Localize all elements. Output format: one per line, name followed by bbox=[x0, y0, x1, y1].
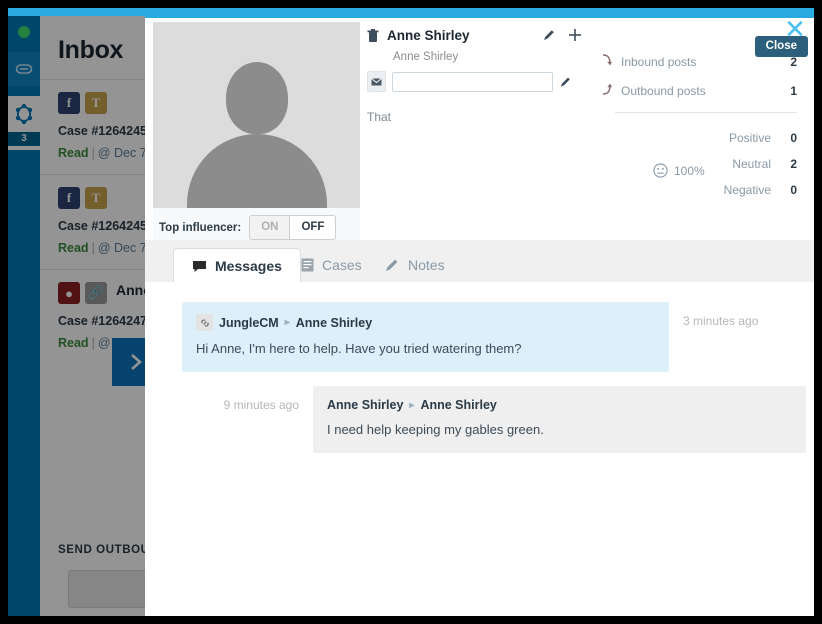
message-timestamp: 3 minutes ago bbox=[683, 314, 759, 328]
avatar-head bbox=[225, 62, 288, 134]
document-icon bbox=[301, 258, 314, 272]
stat-row: Outbound posts 1 bbox=[601, 83, 797, 98]
message-timestamp: 9 minutes ago bbox=[223, 398, 299, 412]
pencil-icon[interactable] bbox=[542, 28, 556, 42]
contact-header-actions bbox=[542, 28, 582, 42]
sentiment-row: Positive 0 bbox=[601, 131, 797, 145]
message-bubble: JungleCM ▸ Anne Shirley Hi Anne, I'm her… bbox=[182, 302, 669, 372]
stat-row: Inbound posts 2 bbox=[601, 54, 797, 69]
sentiment-value: 0 bbox=[790, 131, 797, 145]
tab-label: Messages bbox=[215, 258, 282, 274]
message-arrow: ▸ bbox=[284, 317, 290, 328]
message-to: Anne Shirley bbox=[420, 398, 497, 412]
speech-bubble-icon bbox=[193, 260, 206, 272]
profile-column: Top influencer: ON OFF bbox=[153, 22, 360, 248]
stat-label: Inbound posts bbox=[621, 54, 697, 69]
message-from: Anne Shirley bbox=[327, 398, 404, 412]
sentiment-percent: 100% bbox=[674, 163, 705, 178]
trash-icon[interactable] bbox=[367, 28, 379, 43]
top-influencer-label: Top influencer: bbox=[159, 221, 242, 234]
divider bbox=[615, 112, 797, 113]
contact-column: Anne Shirley Anne Shirley That bbox=[367, 28, 581, 124]
sentiment-label: Neutral bbox=[732, 157, 771, 171]
tab-bar: Messages Cases Notes bbox=[145, 240, 814, 283]
contact-header: Anne Shirley bbox=[367, 28, 581, 43]
message-body: I need help keeping my gables green. bbox=[327, 422, 544, 437]
avatar bbox=[153, 22, 360, 208]
message-thread: JungleCM ▸ Anne Shirley Hi Anne, I'm her… bbox=[145, 282, 814, 616]
inbound-arrow-icon bbox=[601, 54, 621, 69]
stat-value: 2 bbox=[790, 54, 797, 69]
message-header: JungleCM ▸ Anne Shirley bbox=[196, 314, 655, 331]
message-inbound: JungleCM ▸ Anne Shirley Hi Anne, I'm her… bbox=[182, 302, 814, 372]
contact-email-input[interactable] bbox=[392, 71, 554, 92]
sentiment-score: 100% bbox=[653, 163, 705, 178]
message-header: Anne Shirley ▸ Anne Shirley bbox=[327, 398, 792, 412]
sentiment-value: 2 bbox=[790, 157, 797, 171]
sentiment-section: 100% Positive 0 Neutral 2 Negative 0 bbox=[601, 131, 797, 209]
application-window: 3 Inbox f T Case #1264245438 Read | @ Dec … bbox=[8, 8, 814, 616]
tab-label: Notes bbox=[408, 257, 445, 273]
message-from: JungleCM bbox=[219, 315, 279, 330]
tab-messages[interactable]: Messages bbox=[173, 248, 301, 283]
stat-value: 1 bbox=[790, 83, 797, 98]
tab-notes[interactable]: Notes bbox=[367, 248, 463, 282]
contact-detail-modal: ✕ Close Top influencer: ON OFF Anne Shir… bbox=[145, 14, 814, 616]
message-body: Hi Anne, I'm here to help. Have you trie… bbox=[196, 341, 522, 356]
tab-cases[interactable]: Cases bbox=[283, 248, 380, 282]
top-influencer-toggle[interactable]: ON OFF bbox=[249, 215, 337, 240]
stat-label: Outbound posts bbox=[621, 83, 706, 98]
outbound-arrow-icon bbox=[601, 83, 621, 98]
neutral-face-icon bbox=[653, 163, 668, 178]
avatar-body bbox=[186, 134, 327, 208]
sentiment-label: Positive bbox=[728, 131, 771, 145]
tab-label: Cases bbox=[322, 257, 362, 273]
contact-subname: Anne Shirley bbox=[393, 51, 459, 63]
toggle-off-button[interactable]: OFF bbox=[290, 215, 337, 240]
toggle-on-button[interactable]: ON bbox=[249, 215, 291, 240]
pencil-icon[interactable] bbox=[559, 75, 572, 89]
contact-input-row bbox=[367, 71, 572, 92]
link-icon bbox=[196, 314, 213, 331]
message-outbound: 9 minutes ago Anne Shirley ▸ Anne Shirle… bbox=[145, 386, 814, 453]
message-to: Anne Shirley bbox=[295, 315, 373, 330]
contact-name: Anne Shirley bbox=[387, 28, 470, 43]
sentiment-row: Negative 0 bbox=[601, 183, 797, 197]
contact-note: That bbox=[367, 110, 392, 124]
sentiment-value: 0 bbox=[790, 183, 797, 197]
plus-icon[interactable] bbox=[568, 28, 582, 42]
modal-top-accent-bar bbox=[145, 14, 814, 18]
stats-column: Inbound posts 2 Outbound posts 1 100% Po… bbox=[601, 54, 797, 209]
pencil-icon bbox=[386, 259, 398, 271]
envelope-icon bbox=[367, 71, 387, 92]
message-bubble: Anne Shirley ▸ Anne Shirley I need help … bbox=[313, 386, 806, 453]
sentiment-label: Negative bbox=[723, 183, 771, 197]
message-arrow: ▸ bbox=[409, 399, 415, 411]
